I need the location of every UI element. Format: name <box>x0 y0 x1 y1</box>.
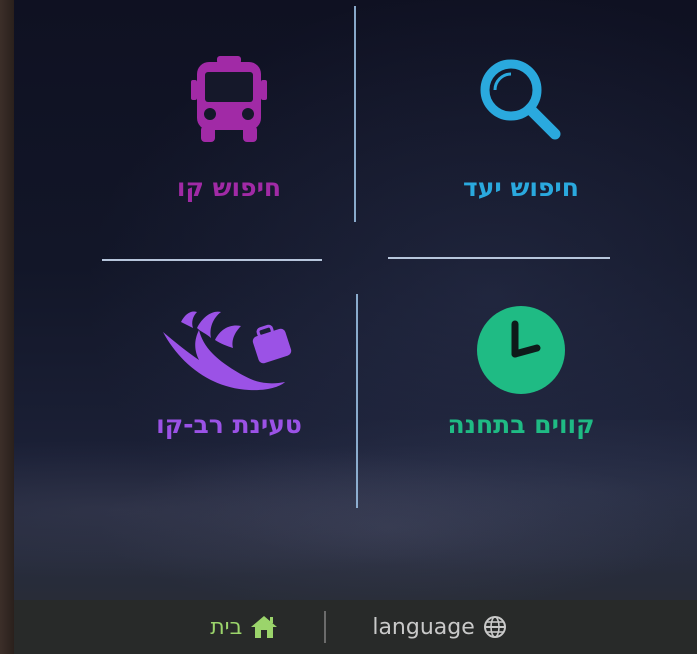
home-label: בית <box>210 614 243 640</box>
divider-horizontal-right <box>388 257 610 259</box>
multi-line-load-label: טעינת רב-קו <box>156 410 302 439</box>
home-icon <box>250 615 278 639</box>
globe-icon <box>483 615 507 639</box>
language-label: language <box>372 614 475 640</box>
home-button[interactable]: בית <box>204 615 278 640</box>
divider-vertical-top <box>354 6 356 222</box>
station-lines-tile[interactable]: קווים בתחנה <box>376 280 666 510</box>
bus-icon <box>84 50 374 150</box>
device-frame <box>0 0 14 654</box>
divider-vertical-bottom <box>356 294 358 508</box>
route-search-tile[interactable]: חיפוש קו <box>84 0 374 230</box>
destination-search-tile[interactable]: חיפוש יעד <box>376 0 666 230</box>
search-icon <box>376 50 666 150</box>
kiosk-screen: חיפוש קו חיפוש יעד טעינת רב-קו קווים בתח… <box>14 0 697 654</box>
clock-icon <box>376 300 666 400</box>
multi-line-load-tile[interactable]: טעינת רב-קו <box>84 280 374 510</box>
station-lines-label: קווים בתחנה <box>447 410 595 439</box>
language-button[interactable]: language <box>372 615 506 640</box>
footer-separator <box>324 611 327 643</box>
footer-bar: בית language <box>14 600 697 654</box>
destination-search-label: חיפוש יעד <box>463 173 579 202</box>
divider-horizontal-left <box>102 259 322 261</box>
hand-card-icon <box>84 300 374 400</box>
route-search-label: חיפוש קו <box>176 173 282 202</box>
